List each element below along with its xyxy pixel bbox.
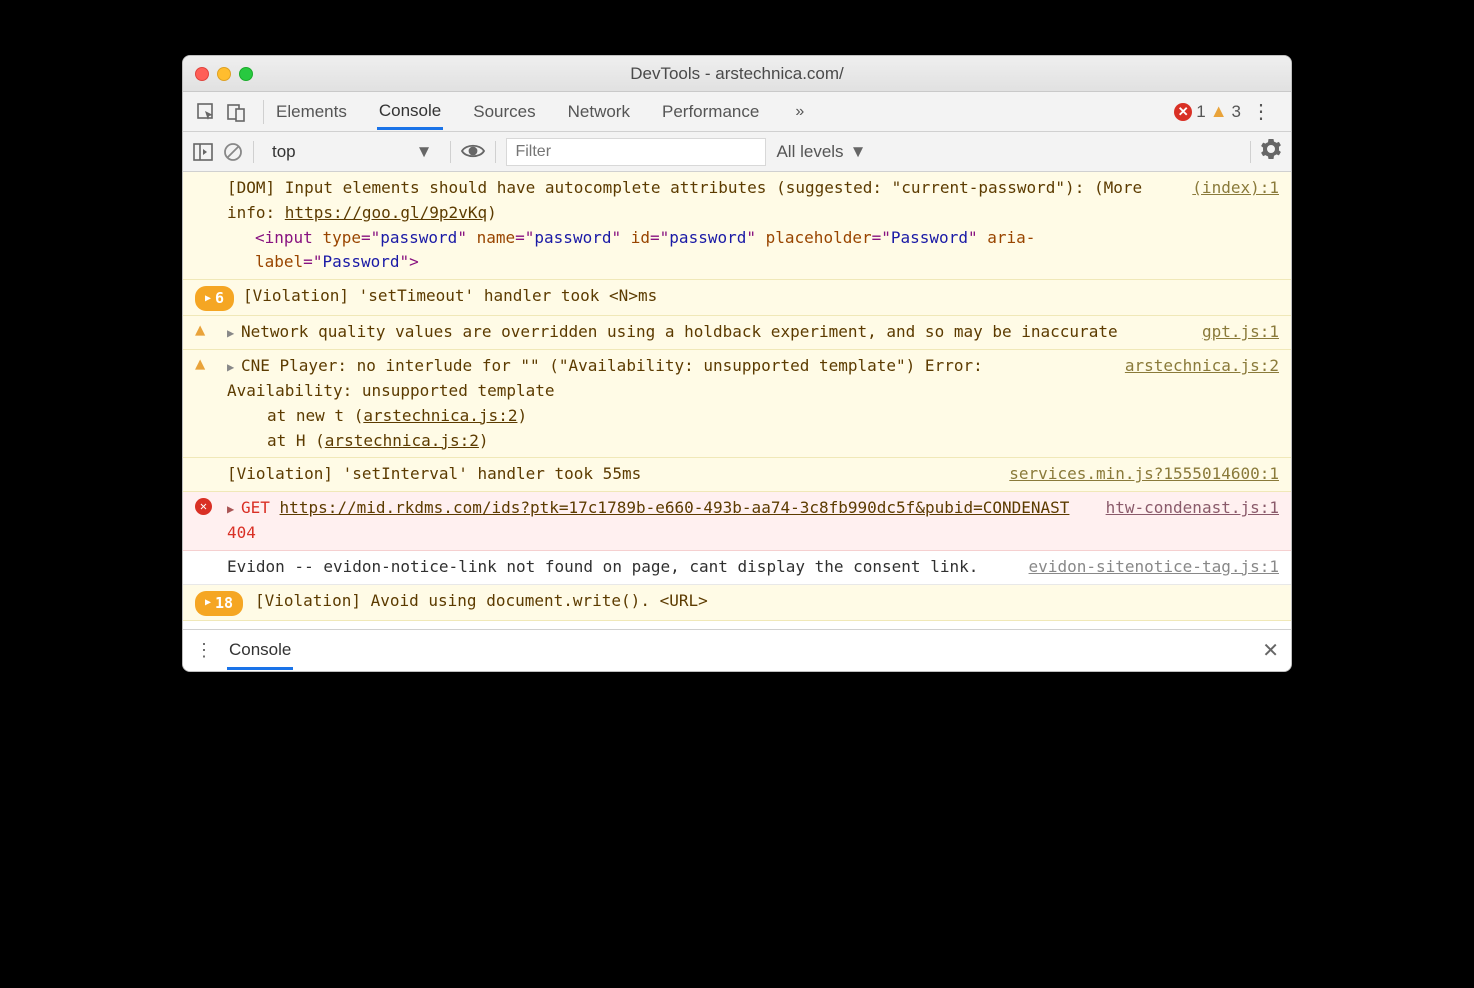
tab-sources[interactable]: Sources (471, 94, 537, 130)
titlebar: DevTools - arstechnica.com/ (183, 56, 1291, 92)
drawer-tab-console[interactable]: Console (227, 631, 293, 670)
warning-count-icon: ▲ (1210, 101, 1228, 122)
tabs-overflow-button[interactable]: » (795, 103, 804, 121)
separator (263, 100, 264, 124)
drawer-menu-button[interactable]: ⋮ (195, 640, 227, 661)
separator (1250, 141, 1251, 163)
error-count: 1 (1196, 102, 1205, 122)
gutter (195, 176, 227, 275)
log-message: ▶GET https://mid.rkdms.com/ids?ptk=17c17… (227, 496, 1090, 546)
log-entry[interactable]: ✕ ▶GET https://mid.rkdms.com/ids?ptk=17c… (183, 492, 1291, 551)
gutter: ▲ (195, 354, 227, 453)
log-message: [Violation] 'setInterval' handler took 5… (227, 462, 993, 487)
gutter (195, 462, 227, 487)
status-code: 404 (227, 523, 256, 542)
error-count-icon: ✕ (1174, 103, 1192, 121)
expand-icon[interactable]: ▶ (227, 324, 239, 343)
gutter: 6 (195, 284, 227, 311)
log-message: [Violation] Avoid using document.write()… (243, 589, 1279, 616)
log-link[interactable]: https://mid.rkdms.com/ids?ptk=17c1789b-e… (280, 498, 1070, 517)
log-source[interactable]: arstechnica.js:2 (1125, 354, 1279, 379)
drawer-close-button[interactable]: ✕ (1262, 638, 1279, 663)
log-source[interactable]: htw-condenast.js:1 (1106, 496, 1279, 521)
separator (450, 141, 451, 163)
separator (495, 141, 496, 163)
log-message: [Violation] 'setTimeout' handler took <N… (227, 284, 1279, 311)
separator (253, 141, 254, 163)
warning-icon: ▲ (195, 356, 213, 374)
gutter: 18 (195, 589, 243, 616)
dropdown-icon: ▼ (850, 142, 867, 162)
log-code: <input type="password" name="password" i… (227, 226, 1176, 276)
clear-console-icon[interactable] (223, 142, 243, 162)
log-message: ▶Network quality values are overridden u… (227, 320, 1186, 345)
log-text: ) (487, 203, 497, 222)
log-entry[interactable]: [Violation] 'setInterval' handler took 5… (183, 458, 1291, 492)
log-message: ▶CNE Player: no interlude for "" ("Avail… (227, 354, 1109, 453)
spacer (183, 621, 1291, 629)
log-entry[interactable]: 18 [Violation] Avoid using document.writ… (183, 585, 1291, 621)
error-icon: ✕ (195, 498, 212, 515)
error-warning-counts[interactable]: ✕ 1 ▲ 3 (1174, 101, 1241, 122)
log-entry[interactable]: ▲ ▶CNE Player: no interlude for "" ("Ava… (183, 350, 1291, 458)
context-value: top (272, 142, 296, 162)
filter-input[interactable] (506, 138, 766, 166)
gutter (195, 555, 227, 580)
levels-label: All levels (776, 142, 843, 162)
log-link[interactable]: https://goo.gl/9p2vKq (285, 203, 487, 222)
main-tabbar: Elements Console Sources Network Perform… (183, 92, 1291, 132)
console-toolbar: top ▼ All levels ▼ (183, 132, 1291, 172)
log-entry[interactable]: 6 [Violation] 'setTimeout' handler took … (183, 280, 1291, 316)
inspect-element-icon[interactable] (193, 99, 219, 125)
context-selector[interactable]: top ▼ (264, 140, 440, 164)
main-menu-button[interactable]: ⋮ (1241, 99, 1281, 124)
gutter: ✕ (195, 496, 227, 546)
live-expression-icon[interactable] (461, 139, 485, 165)
tab-console[interactable]: Console (377, 93, 443, 130)
console-log-area: [DOM] Input elements should have autocom… (183, 172, 1291, 621)
log-entry[interactable]: [DOM] Input elements should have autocom… (183, 172, 1291, 280)
expand-icon[interactable]: ▶ (227, 358, 239, 377)
dropdown-icon: ▼ (416, 142, 433, 162)
tab-performance[interactable]: Performance (660, 94, 761, 130)
log-source[interactable]: (index):1 (1192, 176, 1279, 201)
tab-network[interactable]: Network (566, 94, 632, 130)
warning-icon: ▲ (195, 322, 213, 340)
tab-elements[interactable]: Elements (274, 94, 349, 130)
stack-link[interactable]: arstechnica.js:2 (363, 406, 517, 425)
log-source[interactable]: services.min.js?1555014600:1 (1009, 462, 1279, 487)
window-title: DevTools - arstechnica.com/ (183, 64, 1291, 84)
warning-count: 3 (1232, 102, 1241, 122)
drawer: ⋮ Console ✕ (183, 629, 1291, 671)
log-source[interactable]: evidon-sitenotice-tag.js:1 (1029, 555, 1279, 580)
log-source[interactable]: gpt.js:1 (1202, 320, 1279, 345)
repeat-count-badge: 18 (195, 591, 243, 616)
sidebar-toggle-icon[interactable] (193, 143, 213, 161)
stack-link[interactable]: arstechnica.js:2 (325, 431, 479, 450)
log-message: Evidon -- evidon-notice-link not found o… (227, 555, 1013, 580)
log-message: [DOM] Input elements should have autocom… (227, 176, 1176, 275)
console-settings-icon[interactable] (1261, 139, 1281, 165)
log-entry[interactable]: ▲ ▶Network quality values are overridden… (183, 316, 1291, 350)
gutter: ▲ (195, 320, 227, 345)
log-entry[interactable]: Evidon -- evidon-notice-link not found o… (183, 551, 1291, 585)
panel-tabs: Elements Console Sources Network Perform… (274, 93, 1174, 130)
expand-icon[interactable]: ▶ (227, 500, 239, 519)
log-levels-selector[interactable]: All levels ▼ (776, 142, 866, 162)
device-toolbar-icon[interactable] (223, 99, 249, 125)
devtools-window: DevTools - arstechnica.com/ Elements Con… (182, 55, 1292, 672)
